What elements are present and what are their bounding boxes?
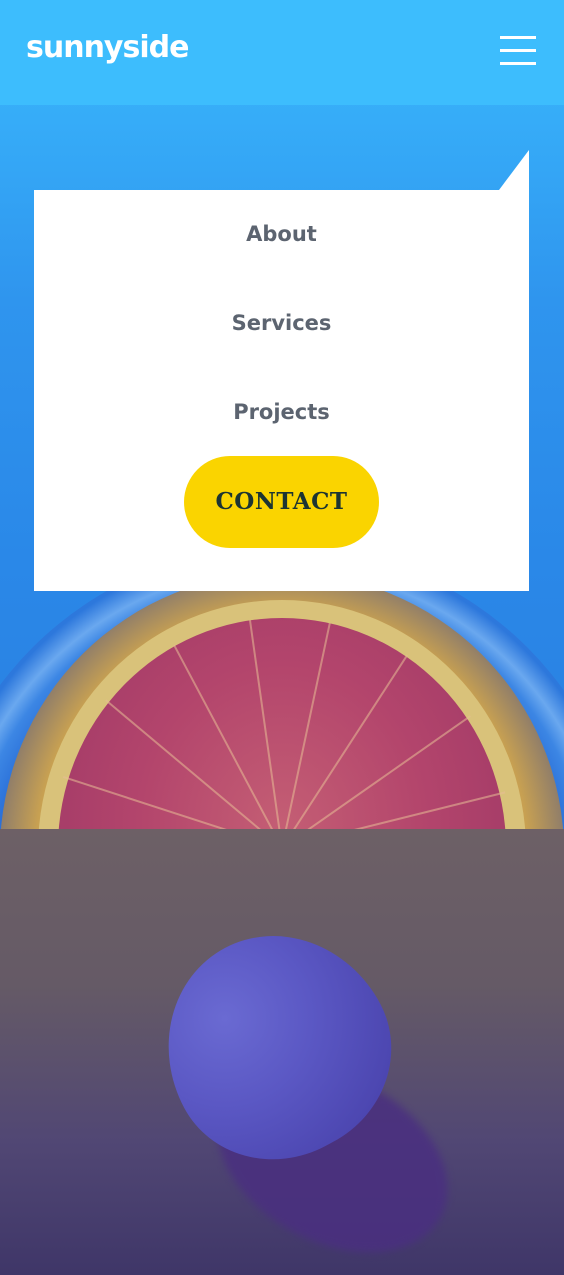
nav-link-services[interactable]: Services	[34, 308, 529, 338]
site-header: sunnyside	[0, 0, 564, 105]
hamburger-menu-icon[interactable]	[500, 36, 536, 65]
nav-link-about[interactable]: About	[34, 219, 529, 249]
egg-image	[0, 829, 564, 1275]
logo[interactable]: sunnyside	[26, 28, 189, 68]
menu-line	[500, 36, 536, 39]
nav-panel-notch	[499, 150, 529, 190]
nav-link-projects[interactable]: Projects	[34, 397, 529, 427]
mobile-nav-menu: About Services Projects CONTACT	[34, 190, 529, 591]
menu-line	[500, 62, 536, 65]
menu-line	[500, 49, 536, 52]
contact-button[interactable]: CONTACT	[184, 456, 379, 548]
